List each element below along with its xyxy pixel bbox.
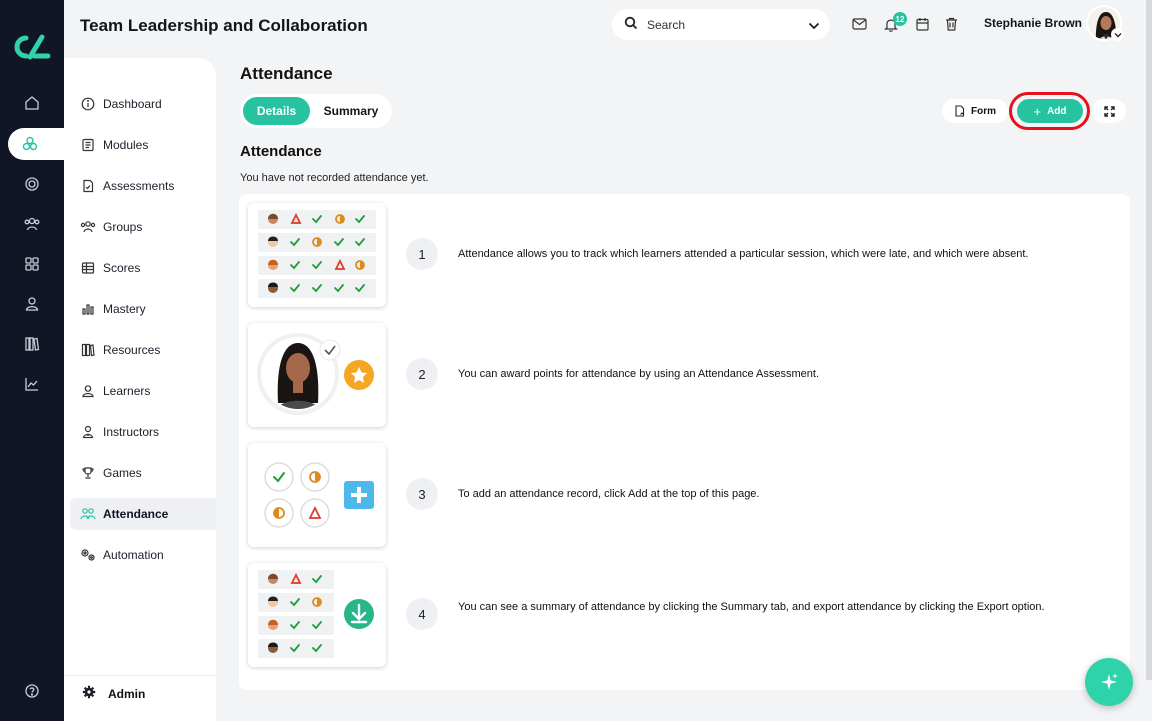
help-icon[interactable]	[18, 677, 46, 705]
sidebar-item-label: Modules	[103, 138, 149, 152]
instructor-icon	[80, 424, 96, 440]
calendar-icon[interactable]	[913, 15, 931, 33]
sidebar-item-label: Learners	[103, 384, 151, 398]
sidebar-item-label: Dashboard	[103, 97, 162, 111]
document-check-icon	[80, 178, 96, 194]
trend-chart-icon[interactable]	[18, 370, 46, 398]
expand-icon[interactable]	[1092, 99, 1126, 123]
sidebar-item-learners[interactable]: Learners	[70, 375, 216, 407]
bar-chart-icon	[80, 301, 96, 317]
search-icon	[624, 15, 638, 34]
section-title: Attendance	[240, 143, 322, 160]
sidebar-item-label: Mastery	[103, 302, 146, 316]
step-text: To add an attendance record, click Add a…	[458, 488, 760, 500]
gears-icon	[80, 547, 96, 563]
library-icon	[80, 342, 96, 358]
trash-icon[interactable]	[942, 15, 960, 33]
step-text: Attendance allows you to track which lea…	[458, 248, 1029, 260]
sidebar-item-label: Automation	[103, 548, 164, 562]
course-title: Team Leadership and Collaboration	[80, 16, 368, 35]
sidebar-item-dashboard[interactable]: Dashboard	[70, 88, 216, 120]
home-icon[interactable]	[18, 89, 46, 117]
document-icon	[955, 105, 965, 117]
sidebar-item-resources[interactable]: Resources	[70, 334, 216, 366]
step-number: 1	[406, 238, 438, 270]
user-icon[interactable]	[18, 290, 46, 318]
sidebar-item-groups[interactable]: Groups	[70, 211, 216, 243]
notification-badge: 12	[893, 12, 907, 26]
sidebar-item-attendance[interactable]: Attendance	[70, 498, 216, 530]
target-icon[interactable]	[18, 170, 46, 198]
grid-icon[interactable]	[18, 250, 46, 278]
modules-hub-icon[interactable]	[8, 128, 68, 160]
chevron-down-icon[interactable]	[808, 15, 820, 34]
sidebar-item-mastery[interactable]: Mastery	[70, 293, 216, 325]
page-title: Attendance	[240, 64, 333, 83]
sidebar-item-label: Assessments	[103, 179, 175, 193]
empty-state-message: You have not recorded attendance yet.	[240, 172, 429, 184]
step-text: You can award points for attendance by u…	[458, 368, 820, 380]
attendance-icon	[80, 506, 96, 522]
sidebar-item-label: Groups	[103, 220, 143, 234]
sidebar-item-assessments[interactable]: Assessments	[70, 170, 216, 202]
user-name[interactable]: Stephanie Brown	[984, 16, 1082, 30]
people-icon[interactable]	[18, 210, 46, 238]
search-placeholder: Search	[647, 17, 686, 32]
form-button[interactable]: Form	[942, 99, 1008, 123]
sidebar-item-label: Games	[103, 466, 142, 480]
user-icon	[80, 383, 96, 399]
ai-assistant-button[interactable]	[1085, 658, 1133, 706]
library-icon[interactable]	[18, 330, 46, 358]
admin-button[interactable]: Admin	[82, 684, 145, 703]
group-icon	[80, 219, 96, 235]
sidebar-item-automation[interactable]: Automation	[70, 539, 216, 571]
step-number: 4	[406, 598, 438, 630]
sidebar-item-scores[interactable]: Scores	[70, 252, 216, 284]
scrollbar[interactable]	[1146, 0, 1152, 680]
sidebar-item-games[interactable]: Games	[70, 457, 216, 489]
book-icon	[80, 137, 96, 153]
add-button[interactable]: + Add	[1017, 99, 1083, 123]
sidebar-item-label: Instructors	[103, 425, 160, 439]
tab-summary[interactable]: Summary	[314, 97, 388, 125]
form-label: Form	[971, 105, 996, 117]
trophy-icon	[80, 465, 96, 481]
plus-icon: +	[1033, 103, 1042, 119]
sidebar-nav: Dashboard Modules Assessments Groups Sco…	[64, 58, 216, 721]
sidebar-item-label: Resources	[103, 343, 161, 357]
step-text: You can see a summary of attendance by c…	[458, 601, 1045, 613]
tab-details[interactable]: Details	[243, 97, 310, 125]
summary-export-illustration	[248, 563, 386, 667]
sidebar-item-instructors[interactable]: Instructors	[70, 416, 216, 448]
logo[interactable]	[12, 34, 52, 60]
learner-points-illustration	[248, 323, 386, 427]
gear-icon	[82, 684, 96, 703]
step-number: 2	[406, 358, 438, 390]
sidebar-item-label: Attendance	[103, 507, 169, 521]
sidebar-item-label: Scores	[103, 261, 141, 275]
icon-rail	[0, 0, 68, 721]
step-number: 3	[406, 478, 438, 510]
sidebar-divider	[64, 675, 216, 676]
sparkles-icon	[1101, 673, 1118, 690]
add-label: Add	[1047, 105, 1067, 117]
sidebar-item-modules[interactable]: Modules	[70, 129, 216, 161]
chevron-down-icon[interactable]	[1111, 28, 1124, 41]
search-input[interactable]: Search	[612, 9, 830, 40]
info-circle-icon	[80, 96, 96, 112]
admin-label: Admin	[108, 686, 146, 701]
attendance-grid-illustration	[248, 203, 386, 307]
mail-icon[interactable]	[850, 15, 868, 33]
tab-group: Details Summary	[240, 94, 392, 128]
table-icon	[80, 260, 96, 276]
add-record-illustration	[248, 443, 386, 547]
